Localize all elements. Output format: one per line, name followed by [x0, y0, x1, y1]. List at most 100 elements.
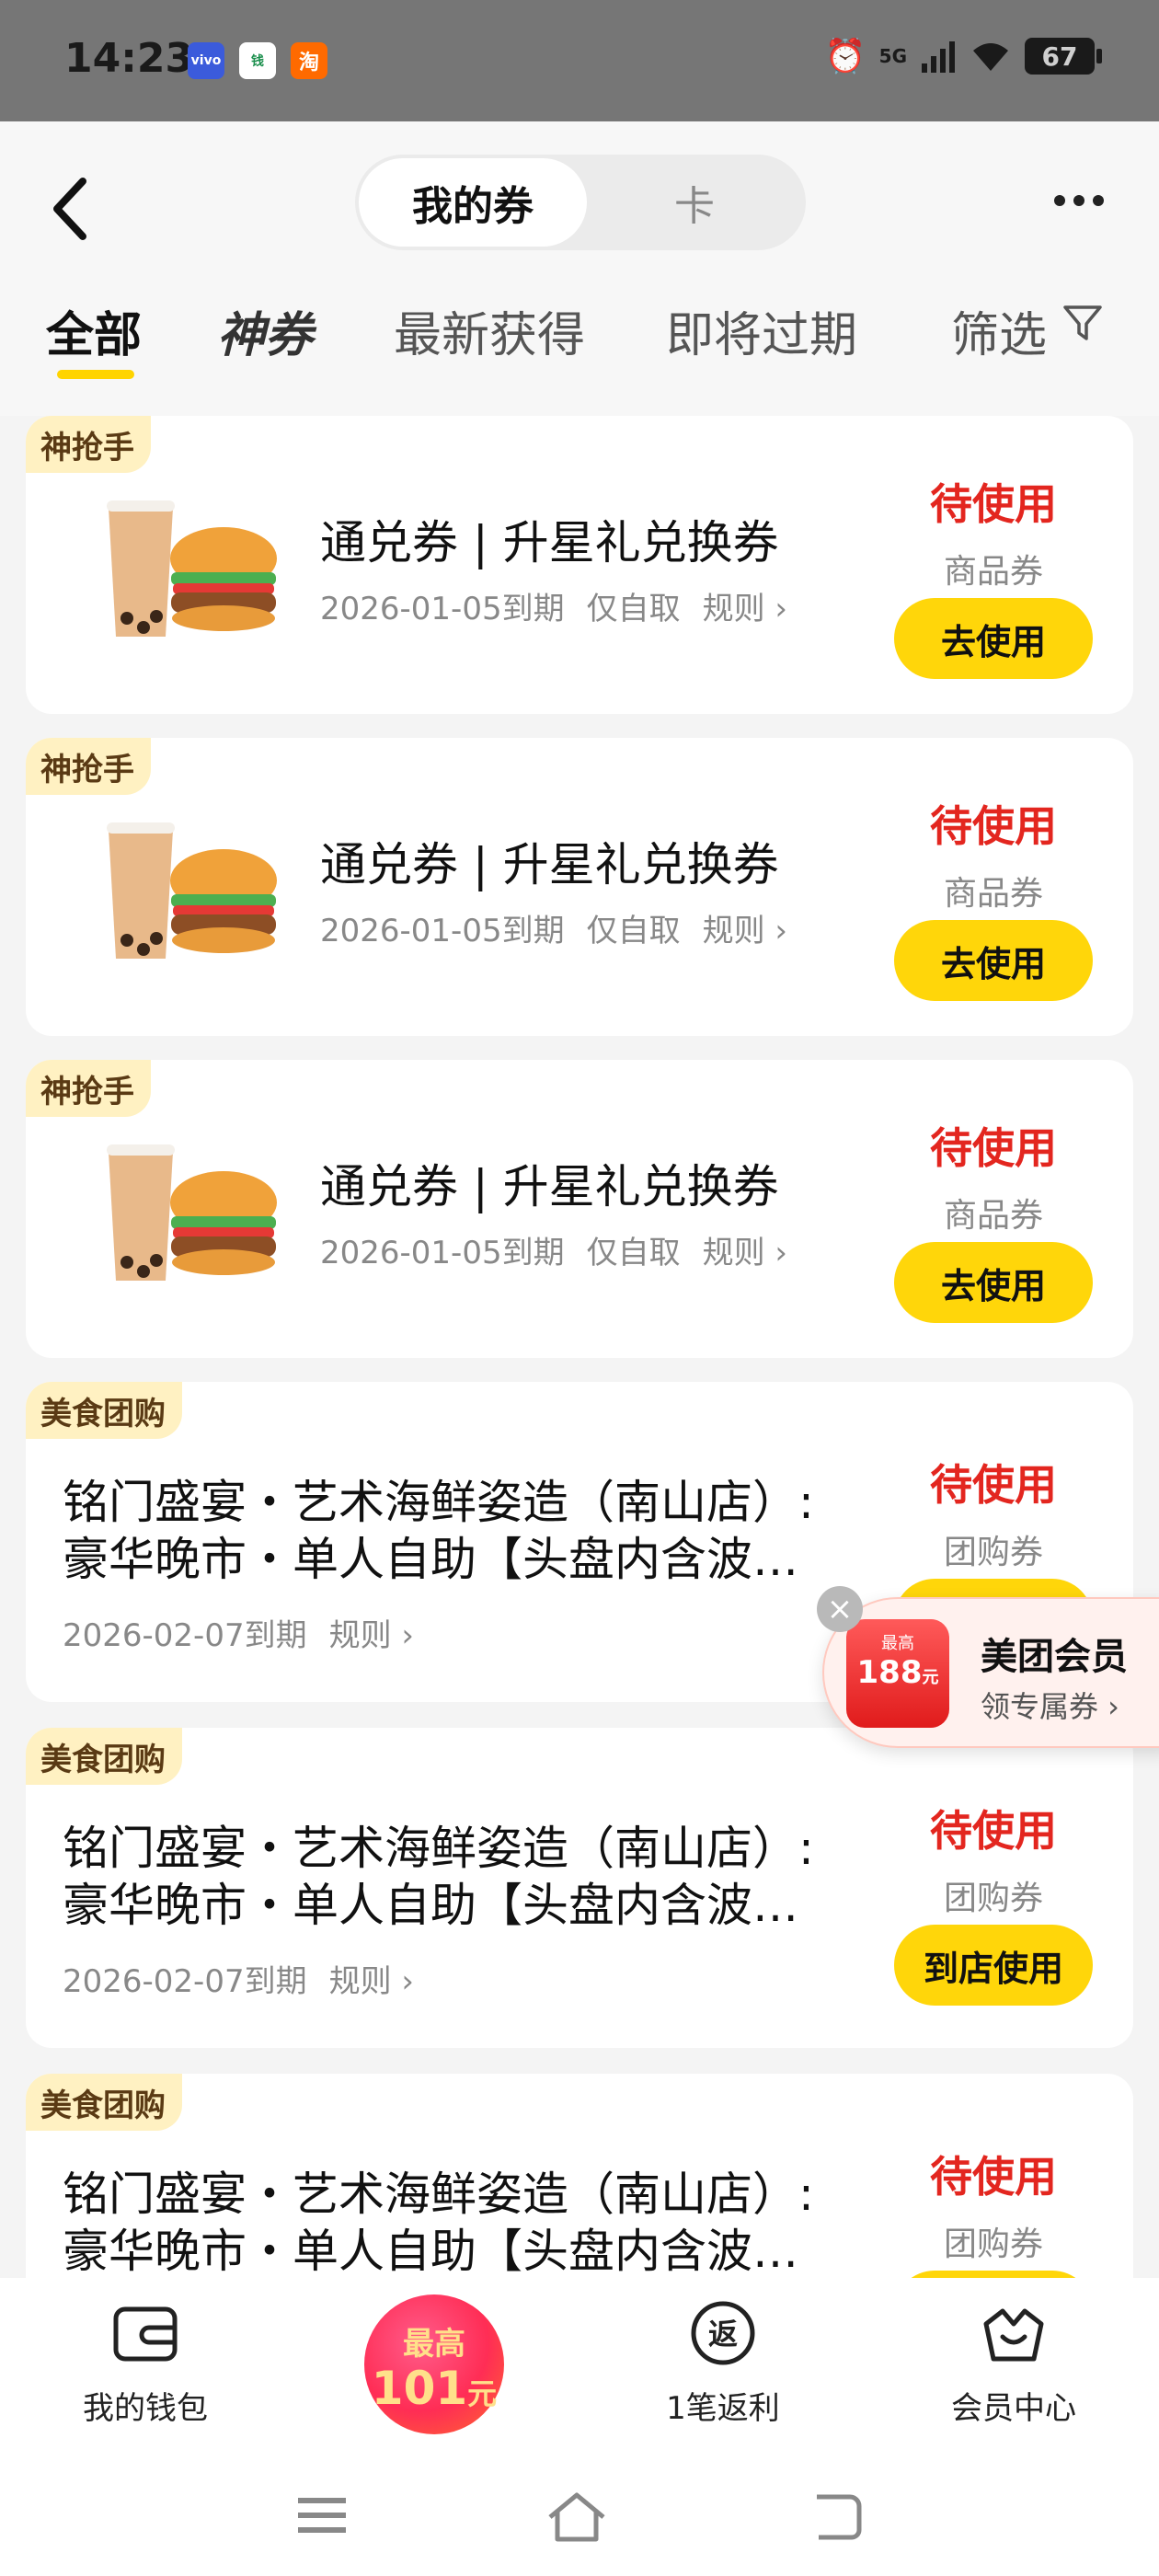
coupon-status: 待使用 团购券 — [894, 2144, 1093, 2265]
coupon-tag: 美食团购 — [26, 2074, 182, 2131]
tab-filter[interactable]: 筛选 — [951, 296, 1047, 365]
coupon-card[interactable]: 神抢手 通兑券 | 升星礼兑换券 2026-01-05到期 仅自取 规则 › 待使用… — [26, 416, 1133, 714]
coupon-title-line1: 铭门盛宴・艺术海鲜姿造（南山店）: — [63, 1822, 814, 1875]
coupon-meta: 2026-01-05到期 仅自取 规则 › — [320, 1227, 809, 1272]
tab-expiring[interactable]: 即将过期 — [666, 296, 857, 365]
crown-basket-icon — [983, 2308, 1044, 2362]
coupon-tag: 美食团购 — [26, 1382, 182, 1439]
coupon-card[interactable]: 神抢手 通兑券 | 升星礼兑换券 2026-01-05到期 仅自取 规则 › 待使用… — [26, 1060, 1133, 1358]
rebate-button[interactable]: 返 1笔返利 — [622, 2296, 824, 2428]
menu-icon-bar — [298, 2527, 346, 2533]
coupon-title-line2: 豪华晚市・单人自助【头盘内含波… — [63, 1533, 798, 1586]
coupon-card[interactable]: 美食团购 铭门盛宴・艺术海鲜姿造（南山店）: 豪华晚市・单人自助【头盘内含波… … — [26, 1728, 1133, 2048]
coupon-rule-link[interactable]: 规则 › — [329, 1963, 414, 2000]
coupon-title-line2: 豪华晚市・单人自助【头盘内含波… — [63, 2225, 798, 2278]
drink-burger-image — [107, 1144, 277, 1281]
coupon-status: 待使用 商品券 — [894, 471, 1093, 592]
coupon-title: 通兑券 | 升星礼兑换券 — [320, 838, 779, 891]
coupon-status: 待使用 商品券 — [894, 1115, 1093, 1236]
segment-control: 我的券 卡 — [355, 155, 806, 250]
back-arrow-icon[interactable] — [46, 172, 101, 246]
coupon-status-text: 待使用 — [930, 801, 1057, 851]
use-coupon-button[interactable]: 去使用 — [894, 1242, 1093, 1323]
menu-icon-bar — [298, 2498, 346, 2503]
more-icon[interactable] — [1054, 195, 1104, 206]
coupon-tag: 神抢手 — [26, 416, 151, 473]
segment-cards[interactable]: 卡 — [587, 158, 802, 247]
coupon-meta: 2026-01-05到期 仅自取 规则 › — [320, 905, 809, 950]
wallet-button[interactable]: 我的钱包 — [44, 2296, 247, 2428]
coupon-title: 铭门盛宴・艺术海鲜姿造（南山店）: 豪华晚市・单人自助【头盘内含波… — [63, 1820, 854, 1934]
coupon-tag: 神抢手 — [26, 1060, 151, 1117]
home-icon[interactable] — [545, 2490, 609, 2545]
member-center-button[interactable]: 会员中心 — [912, 2296, 1115, 2428]
coupon-status-text: 待使用 — [930, 2152, 1057, 2202]
use-coupon-button[interactable]: 去使用 — [894, 920, 1093, 1001]
taobao-app-icon: 淘 — [291, 42, 327, 79]
alarm-icon: ⏰ — [824, 38, 866, 75]
coupon-status: 待使用 团购券 — [894, 1452, 1093, 1573]
bank-app-icon: 钱 — [239, 42, 276, 79]
coupon-rule-link[interactable]: 规则 › — [703, 591, 787, 627]
coupon-type: 团购券 — [943, 1534, 1043, 1571]
drink-burger-image — [107, 500, 277, 637]
promo-subtitle: 领专属券 › — [981, 1689, 1119, 1724]
coupon-tag: 神抢手 — [26, 738, 151, 795]
visit-store-button[interactable]: 到店使用 — [894, 1925, 1093, 2006]
segment-my-coupons[interactable]: 我的券 — [359, 158, 587, 247]
coupon-title: 通兑券 | 升星礼兑换券 — [320, 516, 779, 569]
coupon-meta: 2026-02-07到期 规则 › — [63, 1956, 436, 2001]
center-top-text: 最高 — [403, 2326, 465, 2363]
header: 我的券 卡 全部 神券 最新获得 即将过期 筛选 — [0, 121, 1159, 416]
back-nav-icon[interactable] — [809, 2490, 865, 2541]
tab-active-indicator — [57, 370, 134, 379]
wifi-icon — [973, 43, 1008, 71]
filter-tabs: 全部 神券 最新获得 即将过期 筛选 — [0, 296, 1159, 407]
use-coupon-button[interactable]: 去使用 — [894, 598, 1093, 679]
coupon-tag: 美食团购 — [26, 1728, 182, 1785]
coupon-card[interactable]: 神抢手 通兑券 | 升星礼兑换券 2026-01-05到期 仅自取 规则 › 待使用… — [26, 738, 1133, 1036]
tab-all[interactable]: 全部 — [46, 296, 142, 365]
coupon-title: 铭门盛宴・艺术海鲜姿造（南山店）: 豪华晚市・单人自助【头盘内含波… — [63, 2166, 854, 2280]
promo-coupon-badge: 最高 188元 — [846, 1619, 949, 1728]
coupon-expire: 2026-01-05到期 — [320, 1235, 565, 1271]
promo-badge-top: 最高 — [881, 1634, 914, 1653]
coupon-title: 通兑券 | 升星礼兑换券 — [320, 1160, 779, 1213]
coupon-status-text: 待使用 — [930, 1806, 1057, 1856]
coupon-expire: 2026-02-07到期 — [63, 1617, 307, 1654]
drink-burger-image — [107, 822, 277, 959]
menu-icon-bar — [298, 2513, 346, 2518]
wallet-label: 我的钱包 — [83, 2390, 208, 2427]
rebate-icon: 返 — [691, 2301, 755, 2365]
coupon-status-text: 待使用 — [930, 479, 1057, 529]
coupon-rule-link[interactable]: 规则 › — [329, 1617, 414, 1654]
coupon-title-line1: 铭门盛宴・艺术海鲜姿造（南山店）: — [63, 2168, 814, 2221]
coupon-pickup: 仅自取 — [586, 1235, 681, 1271]
coupon-expire: 2026-01-05到期 — [320, 913, 565, 949]
menu-icon[interactable] — [294, 2490, 350, 2541]
coupon-type: 商品券 — [943, 553, 1043, 591]
tab-latest[interactable]: 最新获得 — [394, 296, 585, 365]
network-5g-icon: 5G — [878, 45, 907, 67]
coupon-status-text: 待使用 — [930, 1460, 1057, 1510]
coupon-rule-link[interactable]: 规则 › — [703, 913, 787, 949]
battery-icon: 67 — [1025, 38, 1102, 75]
coupon-status-text: 待使用 — [930, 1123, 1057, 1173]
close-icon[interactable]: × — [817, 1586, 863, 1632]
center-amount: 101元 — [371, 2362, 498, 2415]
coupon-meta: 2026-01-05到期 仅自取 规则 › — [320, 583, 809, 628]
coupon-title-line1: 铭门盛宴・艺术海鲜姿造（南山店）: — [63, 1476, 814, 1529]
coupon-expire: 2026-02-07到期 — [63, 1963, 307, 2000]
member-promo-banner[interactable]: 最高 188元 美团会员 领专属券 › — [822, 1597, 1159, 1748]
status-time: 14:23 — [64, 35, 194, 82]
coupon-rule-link[interactable]: 规则 › — [703, 1235, 787, 1271]
signal-icon — [922, 41, 955, 73]
coupon-type: 商品券 — [943, 1197, 1043, 1235]
cashback-center-button[interactable]: 最高 101元 — [364, 2294, 504, 2434]
promo-badge-amount: 188元 — [856, 1654, 939, 1691]
tab-super-coupons[interactable]: 神券 — [217, 296, 313, 365]
status-bar: 14:23 vivo 钱 淘 ⏰ 5G 67 — [0, 0, 1159, 121]
filter-icon[interactable] — [1061, 302, 1104, 344]
bottom-bar: 我的钱包 最高 101元 返 1笔返利 会员中心 — [0, 2278, 1159, 2453]
coupon-status: 待使用 团购券 — [894, 1798, 1093, 1919]
